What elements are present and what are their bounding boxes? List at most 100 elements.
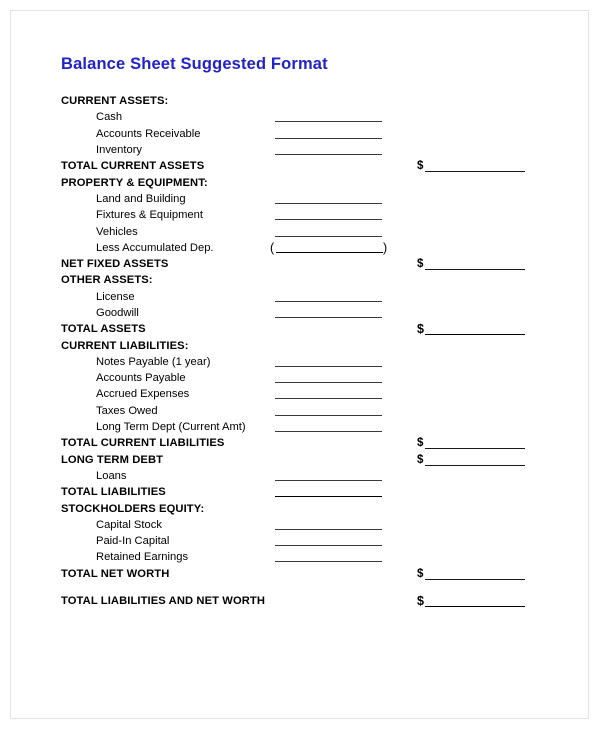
line-item-label: Accrued Expenses — [96, 388, 190, 401]
balance-sheet-document: Balance Sheet Suggested Format CURRENT A… — [0, 0, 600, 730]
dollar-sign: $ — [417, 160, 424, 173]
balance-sheet-row: NET FIXED ASSETS $ — [0, 256, 600, 272]
amount-blank-line[interactable] — [275, 431, 382, 433]
balance-sheet-row: Accounts Receivable — [0, 126, 600, 142]
balance-sheet-row: License — [0, 289, 600, 305]
balance-sheet-row: PROPERTY & EQUIPMENT: — [0, 174, 600, 190]
line-item-label: Paid-In Capital — [96, 535, 170, 548]
balance-sheet-rows: CURRENT ASSETS: Cash Accounts Receivable In… — [0, 93, 600, 609]
balance-sheet-row: Taxes Owed — [0, 403, 600, 419]
line-item-label: Accounts Receivable — [96, 127, 201, 140]
balance-sheet-row: Paid-In Capital — [0, 533, 600, 549]
balance-sheet-row: Cash — [0, 109, 600, 125]
page-title: Balance Sheet Suggested Format — [61, 55, 328, 73]
balance-sheet-row: CURRENT LIABILITIES: — [0, 337, 600, 353]
total-amount-field[interactable]: $ — [417, 322, 529, 336]
total-amount-field[interactable]: $ — [417, 453, 529, 467]
balance-sheet-row: Accrued Expenses — [0, 386, 600, 402]
amount-blank-line[interactable] — [275, 545, 382, 547]
dollar-sign: $ — [417, 594, 424, 609]
total-amount-field[interactable]: $ — [417, 594, 529, 608]
amount-blank-line[interactable] — [275, 121, 382, 123]
dollar-sign: $ — [417, 322, 424, 337]
balance-sheet-row: Notes Payable (1 year) — [0, 354, 600, 370]
line-item-label: Land and Building — [96, 192, 186, 205]
total-label: LONG TERM DEBT — [61, 453, 164, 466]
total-amount-field[interactable]: $ — [417, 159, 529, 173]
line-item-label: Accounts Payable — [96, 372, 186, 385]
amount-blank-line[interactable] — [275, 496, 382, 498]
dollar-sign: $ — [417, 258, 424, 271]
total-label: TOTAL NET WORTH — [61, 567, 170, 580]
line-item-label: Goodwill — [96, 307, 139, 319]
total-label: NET FIXED ASSETS — [61, 258, 169, 271]
total-blank-line[interactable] — [425, 171, 525, 173]
balance-sheet-row: Inventory — [0, 142, 600, 158]
section-header-label: STOCKHOLDERS EQUITY: — [61, 502, 205, 515]
line-item-label: License — [96, 290, 135, 303]
amount-blank-line[interactable] — [276, 251, 383, 253]
line-item-label: Cash — [96, 111, 123, 124]
section-header-label: PROPERTY & EQUIPMENT: — [61, 176, 208, 189]
line-item-label: Less Accumulated Dep. — [96, 241, 214, 254]
section-header-label: CURRENT ASSETS: — [61, 95, 169, 108]
negative-amount-blank-line[interactable]: () — [270, 241, 390, 255]
balance-sheet-row: Accounts Payable — [0, 370, 600, 386]
amount-blank-line[interactable] — [275, 317, 382, 318]
amount-blank-line[interactable] — [275, 561, 382, 563]
dollar-sign: $ — [417, 453, 424, 466]
balance-sheet-row: Capital Stock — [0, 517, 600, 533]
amount-blank-line[interactable] — [275, 300, 382, 302]
line-item-label: Capital Stock — [96, 518, 162, 531]
line-item-label: Taxes Owed — [96, 404, 158, 417]
total-amount-field[interactable]: $ — [417, 257, 529, 271]
balance-sheet-row: Fixtures & Equipment — [0, 207, 600, 223]
amount-blank-line[interactable] — [275, 202, 382, 204]
total-amount-field[interactable]: $ — [417, 567, 529, 581]
line-item-label: Retained Earnings — [96, 551, 189, 564]
balance-sheet-row: CURRENT ASSETS: — [0, 93, 600, 109]
balance-sheet-row: TOTAL LIABILITIES AND NET WORTH $ — [0, 593, 600, 609]
total-label: TOTAL LIABILITIES AND NET WORTH — [61, 595, 266, 608]
balance-sheet-row: OTHER ASSETS: — [0, 272, 600, 288]
balance-sheet-row: Goodwill — [0, 305, 600, 321]
section-header-label: CURRENT LIABILITIES: — [61, 339, 189, 352]
balance-sheet-row: TOTAL CURRENT LIABILITIES $ — [0, 435, 600, 451]
amount-blank-line[interactable] — [275, 414, 382, 416]
line-item-label: Long Term Dept (Current Amt) — [96, 421, 246, 434]
amount-blank-line[interactable] — [275, 479, 382, 481]
total-blank-line[interactable] — [425, 269, 525, 271]
total-blank-line[interactable] — [425, 448, 525, 450]
total-amount-field[interactable]: $ — [417, 436, 529, 450]
balance-sheet-row: Long Term Dept (Current Amt) — [0, 419, 600, 435]
amount-blank-line[interactable] — [275, 219, 382, 221]
line-item-label: Notes Payable (1 year) — [96, 355, 211, 368]
dollar-sign: $ — [417, 567, 424, 580]
line-item-label: Inventory — [96, 144, 143, 157]
close-paren: ) — [383, 240, 388, 255]
amount-blank-line[interactable] — [275, 235, 382, 237]
amount-blank-line[interactable] — [275, 382, 382, 384]
total-blank-line[interactable] — [425, 606, 525, 608]
balance-sheet-row: Less Accumulated Dep. () — [0, 240, 600, 256]
total-blank-line[interactable] — [425, 578, 525, 580]
amount-blank-line[interactable] — [275, 528, 382, 530]
balance-sheet-row: Vehicles — [0, 223, 600, 239]
amount-blank-line[interactable] — [275, 365, 382, 367]
amount-blank-line[interactable] — [275, 154, 382, 156]
total-label: TOTAL LIABILITIES — [61, 486, 166, 499]
amount-blank-line[interactable] — [275, 137, 382, 139]
amount-blank-line[interactable] — [275, 398, 382, 400]
balance-sheet-row: STOCKHOLDERS EQUITY: — [0, 500, 600, 516]
line-item-label: Fixtures & Equipment — [96, 209, 203, 222]
balance-sheet-row: Retained Earnings — [0, 549, 600, 565]
open-paren: ( — [270, 240, 275, 255]
balance-sheet-row: TOTAL NET WORTH $ — [0, 566, 600, 582]
balance-sheet-row: Loans — [0, 468, 600, 484]
total-blank-line[interactable] — [425, 334, 525, 336]
line-item-label: Loans — [96, 469, 127, 482]
total-blank-line[interactable] — [425, 464, 525, 466]
balance-sheet-row: TOTAL CURRENT ASSETS $ — [0, 158, 600, 174]
balance-sheet-row: LONG TERM DEBT $ — [0, 452, 600, 468]
dollar-sign: $ — [417, 437, 424, 450]
